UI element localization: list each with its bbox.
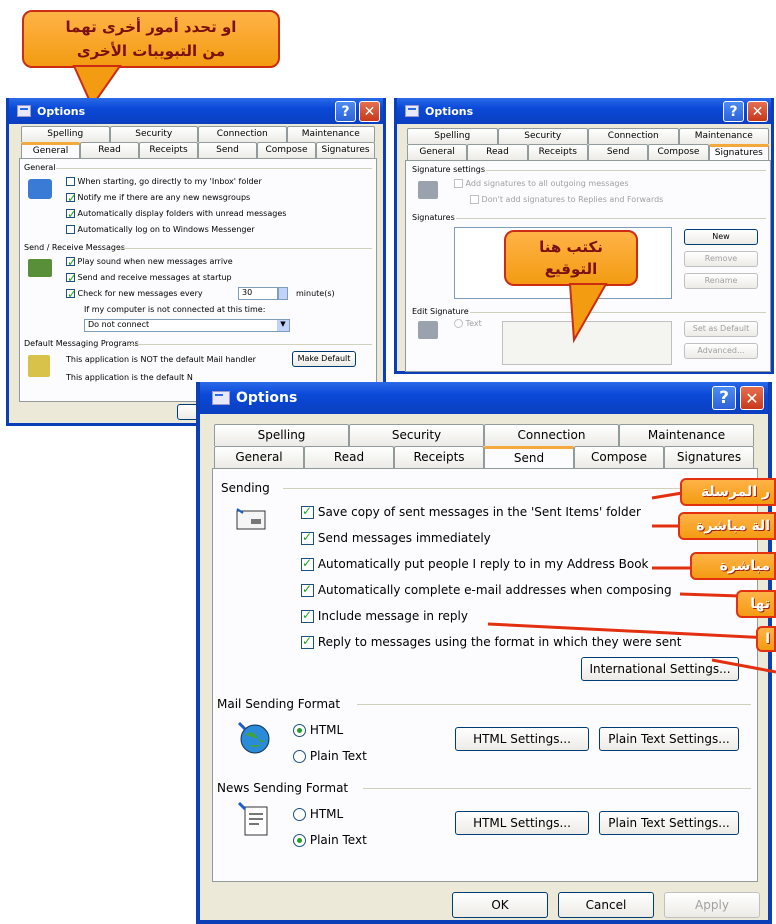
annotation-tag-1: ر المرسلة [680, 478, 776, 506]
annotation-tag-2: الة مباشرة [678, 512, 776, 540]
annotation-tag-5: ا [756, 626, 776, 652]
annotation-tag-4: تها [736, 590, 776, 618]
annotation-lines [487, 488, 776, 674]
annotation-tag-3: مباشرة [690, 552, 776, 580]
